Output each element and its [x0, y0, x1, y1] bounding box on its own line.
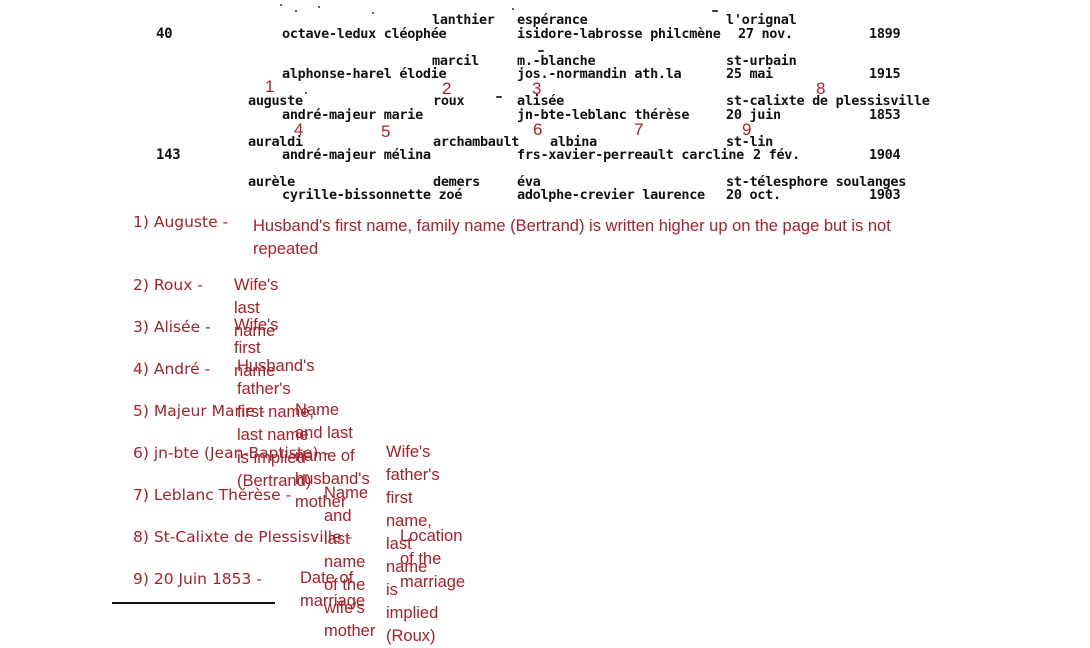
- entry-2-husband-parents: alphonse-harel élodie: [282, 66, 447, 82]
- entry-5-husband-parents: cyrille-bissonnette zoé: [282, 187, 463, 203]
- bottom-rule: [112, 602, 275, 604]
- entry-4-number: 143: [156, 147, 181, 163]
- entry-3-husband: auguste: [248, 93, 303, 109]
- marker-7: 7: [634, 120, 644, 139]
- entry-4-wife-parents: frs-xavier-perreault carcline: [517, 147, 745, 163]
- entry-2-year: 1915: [869, 66, 901, 82]
- entry-5-day: 20 oct.: [726, 187, 781, 203]
- legend-key-8: 8) St-Calixte de Plessisville -: [133, 528, 353, 546]
- legend-key-5: 5) Majeur Marie -: [133, 402, 266, 420]
- entry-2-wife-parents: jos.-normandin ath.la: [517, 66, 682, 82]
- marker-9: 9: [742, 120, 752, 139]
- marker-1: 1: [265, 77, 275, 96]
- scan-speck: [305, 92, 307, 94]
- scanned-register-excerpt: lanthier espérance l'orignal 40 octave-l…: [140, 0, 960, 205]
- marker-5: 5: [381, 122, 391, 141]
- entry-1-wife-parents: isidore-labrosse philcmène: [517, 26, 721, 42]
- entry-3-wife-parents: jn-bte-leblanc thérèse: [517, 107, 690, 123]
- scan-speck: [280, 4, 282, 6]
- legend-key-3: 3) Alisée -: [133, 318, 211, 336]
- entry-3-place: st-calixte de plessisville: [726, 93, 930, 109]
- entry-3-husband-parents: andré-majeur marie: [282, 107, 423, 123]
- entry-1-wife-first: espérance: [517, 12, 588, 28]
- entry-1-year: 1899: [869, 26, 901, 42]
- scan-speck: [295, 10, 297, 12]
- entry-3-year: 1853: [869, 107, 901, 123]
- legend-key-1: 1) Auguste -: [133, 213, 229, 231]
- marker-8: 8: [816, 79, 826, 98]
- entry-5-wife-parents: adolphe-crevier laurence: [517, 187, 705, 203]
- entry-1-wife-last: lanthier: [432, 12, 495, 28]
- legend-desc-9: Date of marriage: [300, 569, 366, 610]
- legend-key-9: 9) 20 Juin 1853 -: [133, 570, 262, 588]
- marker-2: 2: [442, 79, 452, 98]
- legend-key-6: 6) jn-bte (Jean-Baptiste) -: [133, 444, 330, 462]
- marker-3: 3: [532, 79, 542, 98]
- entry-1-number: 40: [156, 26, 173, 42]
- entry-1-husband-parents: octave-ledux cléophée: [282, 26, 447, 42]
- entry-4-wife-last: archambault: [433, 134, 520, 150]
- entry-4-year: 1904: [869, 147, 901, 163]
- legend-key-4: 4) André -: [133, 360, 211, 378]
- marker-4: 4: [294, 120, 304, 139]
- entry-4-husband-parents: andré-majeur mélina: [282, 147, 431, 163]
- entry-1-day: 27 nov.: [738, 26, 793, 42]
- legend-key-7: 7) Leblanc Thérèse -: [133, 486, 292, 504]
- entry-5-year: 1903: [869, 187, 901, 203]
- scan-speck: [712, 10, 718, 12]
- scan-speck: [318, 6, 320, 8]
- scan-speck: [512, 8, 514, 10]
- entry-3-day: 20 juin: [726, 107, 781, 123]
- scan-speck: [372, 12, 374, 14]
- entry-4-day: 2 fév.: [753, 147, 800, 163]
- legend-key-2: 2) Roux -: [133, 276, 203, 294]
- marker-6: 6: [533, 120, 543, 139]
- entry-2-day: 25 mai: [726, 66, 773, 82]
- legend-desc-1: Husband's first name, family name (Bertr…: [253, 217, 891, 258]
- entry-1-place: l'orignal: [726, 12, 797, 28]
- scan-speck: [496, 96, 502, 98]
- legend-desc-8: Location of the marriage: [400, 527, 466, 591]
- legend-desc-7: Name and last name of the wife's mother: [324, 484, 376, 640]
- scan-speck: [538, 50, 544, 52]
